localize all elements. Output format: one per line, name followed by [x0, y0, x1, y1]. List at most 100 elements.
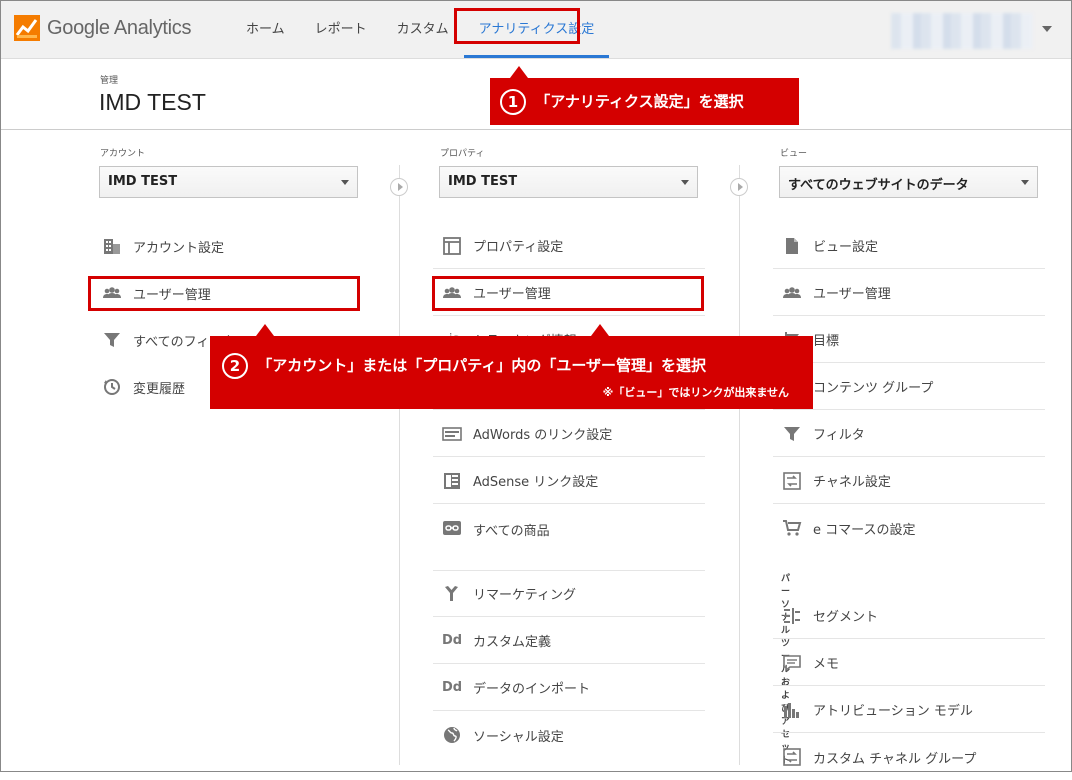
menu-label: リマーケティング [473, 588, 576, 603]
view-settings-item[interactable]: ビュー設定 [773, 223, 1045, 269]
account-settings-item[interactable]: アカウント設定 [93, 223, 365, 269]
admin-label: 管理 [100, 76, 119, 86]
menu-label: アトリビューション モデル [813, 704, 973, 719]
account-label: アカウント [100, 149, 146, 159]
adsense-icon [440, 471, 464, 491]
building-icon [100, 236, 124, 256]
callout-pointer [591, 324, 609, 336]
menu-label: ソーシャル設定 [473, 729, 564, 745]
menu-label: データのインポート [473, 682, 591, 697]
menu-label: e コマースの設定 [813, 522, 916, 538]
property-remarketing-item[interactable]: リマーケティング [433, 571, 705, 617]
nav-reports[interactable]: レポート [300, 1, 382, 58]
dd-icon: Dd [441, 680, 463, 695]
menu-label: メモ [813, 657, 840, 672]
menu-label: AdSense リンク設定 [473, 475, 599, 490]
menu-label: 変更履歴 [133, 381, 186, 397]
menu-label: カスタム定義 [473, 635, 552, 650]
view-label: ビュー [780, 149, 808, 159]
users-icon [780, 283, 804, 303]
view-goals-item[interactable]: 目標 [773, 317, 1045, 363]
callout-pointer [510, 66, 528, 78]
channel-icon [780, 471, 804, 491]
history-icon [100, 377, 124, 397]
view-column-header: ビュー すべてのウェブサイトのデータ [779, 146, 1038, 198]
segments-icon [780, 606, 804, 626]
page-title: IMD TEST [99, 89, 206, 115]
arrow-right-icon [730, 178, 748, 196]
nav-custom[interactable]: カスタム [382, 1, 464, 58]
callout-text: 「アナリティクス設定」を選択 [535, 92, 744, 111]
column-divider [399, 165, 400, 765]
view-selector[interactable]: すべてのウェブサイトのデータ [779, 166, 1038, 198]
view-content-grouping-item[interactable]: コンテンツ グループ [773, 364, 1045, 410]
property-social-settings-item[interactable]: ソーシャル設定 [433, 712, 705, 758]
property-all-products-item[interactable]: すべての商品 [433, 505, 705, 571]
analytics-logo-icon [14, 15, 40, 41]
menu-label: ユーザー管理 [813, 287, 891, 302]
step-number: 1 [500, 89, 526, 115]
menu-label: セグメント [813, 610, 879, 625]
cart-icon [780, 518, 804, 538]
divider [1, 129, 1071, 130]
nav-home[interactable]: ホーム [231, 1, 300, 58]
dd-icon: Dd [441, 633, 463, 648]
view-attribution-models-item[interactable]: アトリビューション モデル [773, 687, 1045, 733]
arrow-right-icon [390, 178, 408, 196]
chevron-down-icon [1021, 180, 1029, 185]
highlight-box-property-user-management [432, 276, 704, 311]
highlight-box-account-user-management [88, 276, 360, 311]
comment-icon [780, 653, 804, 673]
filter-icon [780, 424, 804, 444]
view-channel-settings-item[interactable]: チャネル設定 [773, 458, 1045, 504]
property-column-header: プロパティ IMD TEST [439, 146, 698, 198]
account-column-header: アカウント IMD TEST [99, 146, 358, 198]
view-user-management-item[interactable]: ユーザー管理 [773, 270, 1045, 316]
property-custom-definitions-item[interactable]: Dd カスタム定義 [433, 618, 705, 664]
document-icon [780, 236, 804, 256]
view-custom-channel-groupings-item[interactable]: カスタム チャネル グループ [773, 734, 1045, 780]
menu-label: アカウント設定 [133, 240, 225, 256]
view-selected: すべてのウェブサイトのデータ [788, 178, 969, 193]
callout-note: ※「ビュー」ではリンクが出来ません [602, 386, 789, 399]
callout-pointer [256, 324, 274, 336]
callout-step-1: 1 「アナリティクス設定」を選択 [490, 66, 799, 125]
account-selected: IMD TEST [108, 174, 178, 189]
property-adwords-link-item[interactable]: AdWords のリンク設定 [433, 411, 705, 457]
view-segments-item[interactable]: セグメント [773, 593, 1045, 639]
property-settings-item[interactable]: プロパティ設定 [433, 223, 705, 269]
chevron-down-icon[interactable] [1042, 26, 1052, 32]
view-annotations-item[interactable]: メモ [773, 640, 1045, 686]
menu-label: ビュー設定 [813, 240, 879, 255]
menu-label: フィルタ [813, 428, 865, 443]
bar-chart-icon [780, 700, 804, 720]
column-divider [739, 165, 740, 765]
menu-label: AdWords のリンク設定 [473, 428, 613, 443]
remarketing-icon [440, 584, 464, 604]
menu-label: 目標 [813, 334, 840, 349]
link-icon [440, 518, 464, 538]
menu-label: カスタム チャネル グループ [813, 751, 977, 767]
callout-text: 「アカウント」または「プロパティ」内の「ユーザー管理」を選択 [257, 356, 707, 375]
account-selector[interactable]: IMD TEST [99, 166, 358, 198]
property-data-import-item[interactable]: Dd データのインポート [433, 665, 705, 711]
account-switcher-blurred[interactable] [891, 13, 1033, 49]
highlight-box-admin-nav [454, 8, 580, 44]
filter-icon [100, 330, 124, 350]
globe-icon [440, 725, 464, 745]
property-label: プロパティ [440, 149, 485, 159]
step-number: 2 [222, 353, 248, 379]
view-ecommerce-settings-item[interactable]: e コマースの設定 [773, 505, 1045, 551]
menu-label: コンテンツ グループ [813, 381, 934, 396]
property-window-icon [440, 236, 464, 256]
logo-text: Google Analytics [47, 16, 192, 39]
menu-label: すべての商品 [473, 524, 550, 539]
google-analytics-logo[interactable]: Google Analytics [13, 13, 192, 43]
chevron-down-icon [341, 180, 349, 185]
property-adsense-link-item[interactable]: AdSense リンク設定 [433, 458, 705, 504]
channel-icon [780, 747, 804, 767]
property-selector[interactable]: IMD TEST [439, 166, 698, 198]
adwords-icon [440, 424, 464, 444]
view-filters-item[interactable]: フィルタ [773, 411, 1045, 457]
property-selected: IMD TEST [448, 174, 518, 189]
